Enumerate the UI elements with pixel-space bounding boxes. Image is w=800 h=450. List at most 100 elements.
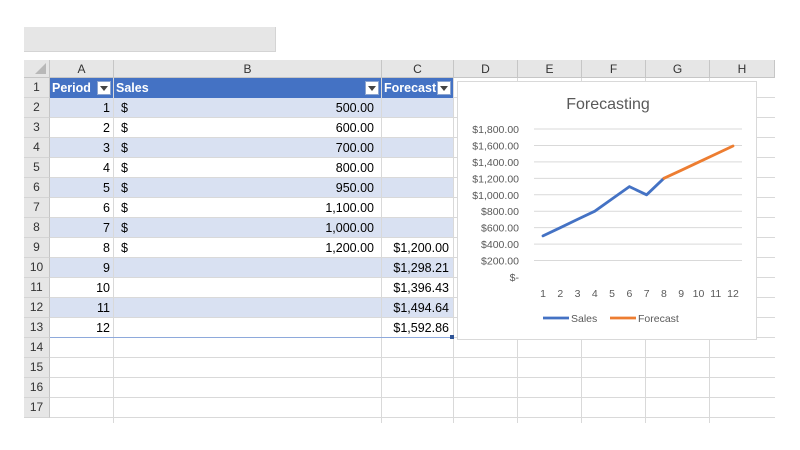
cell-currency-symbol: $ <box>121 221 128 235</box>
cell-forecast[interactable] <box>382 178 449 198</box>
x-tick-label: 12 <box>727 288 739 300</box>
cell-forecast[interactable]: $1,396.43 <box>382 278 449 298</box>
row-header[interactable]: 4 <box>24 138 50 158</box>
x-tick-label: 8 <box>661 288 667 300</box>
x-tick-label: 9 <box>678 288 684 300</box>
row-header[interactable]: 11 <box>24 278 50 298</box>
cell-period[interactable]: 4 <box>50 158 110 178</box>
header-sales[interactable]: Sales <box>114 78 381 98</box>
row-header[interactable]: 17 <box>24 398 50 418</box>
row-gridline <box>50 417 775 418</box>
cell-forecast[interactable]: $1,298.21 <box>382 258 449 278</box>
cell-sales[interactable]: 950.00 <box>144 178 374 198</box>
header-period-label: Period <box>52 81 91 95</box>
column-gridline <box>453 78 454 423</box>
cell-forecast[interactable] <box>382 218 449 238</box>
y-tick-label: $200.00 <box>481 256 519 268</box>
cell-period[interactable]: 1 <box>50 98 110 118</box>
cell-period[interactable]: 9 <box>50 258 110 278</box>
cell-period[interactable]: 7 <box>50 218 110 238</box>
cell-period[interactable]: 3 <box>50 138 110 158</box>
row-header[interactable]: 7 <box>24 198 50 218</box>
row-header[interactable]: 12 <box>24 298 50 318</box>
cell-sales[interactable]: 600.00 <box>144 118 374 138</box>
cell-period[interactable]: 8 <box>50 238 110 258</box>
y-tick-label: $1,800.00 <box>472 124 519 136</box>
cell-forecast[interactable]: $1,200.00 <box>382 238 449 258</box>
column-header-a[interactable]: A <box>50 60 114 78</box>
cell-forecast[interactable] <box>382 138 449 158</box>
filter-dropdown-icon[interactable] <box>97 81 111 95</box>
row-header[interactable]: 2 <box>24 98 50 118</box>
row-header[interactable]: 5 <box>24 158 50 178</box>
cell-period[interactable]: 10 <box>50 278 110 298</box>
row-header[interactable]: 1 <box>24 78 50 98</box>
chart-title: Forecasting <box>566 96 650 113</box>
select-all-corner-icon[interactable] <box>24 60 50 78</box>
y-tick-label: $400.00 <box>481 239 519 251</box>
row-header[interactable]: 3 <box>24 118 50 138</box>
row-header[interactable]: 10 <box>24 258 50 278</box>
x-tick-label: 11 <box>710 288 721 300</box>
cell-sales[interactable] <box>144 258 374 278</box>
row-header[interactable]: 6 <box>24 178 50 198</box>
row-header[interactable]: 15 <box>24 358 50 378</box>
y-tick-label: $1,000.00 <box>472 190 519 202</box>
cell-forecast[interactable] <box>382 98 449 118</box>
column-header-g[interactable]: G <box>646 60 710 78</box>
row-header[interactable]: 9 <box>24 238 50 258</box>
y-tick-label: $- <box>510 272 520 284</box>
cell-sales[interactable]: 500.00 <box>144 98 374 118</box>
cell-sales[interactable] <box>144 278 374 298</box>
header-forecast-label: Forecast <box>384 81 437 95</box>
table-resize-handle[interactable] <box>450 335 454 339</box>
row-header[interactable]: 14 <box>24 338 50 358</box>
cell-currency-symbol: $ <box>121 241 128 255</box>
x-tick-label: 5 <box>609 288 615 300</box>
legend-label-sales: Sales <box>571 313 597 325</box>
cell-forecast[interactable] <box>382 118 449 138</box>
cell-period[interactable]: 6 <box>50 198 110 218</box>
cell-sales[interactable]: 700.00 <box>144 138 374 158</box>
column-header-c[interactable]: C <box>382 60 454 78</box>
cell-forecast[interactable] <box>382 198 449 218</box>
filter-dropdown-icon[interactable] <box>365 81 379 95</box>
select-all-triangle-icon <box>35 63 46 74</box>
column-header-e[interactable]: E <box>518 60 582 78</box>
cell-period[interactable]: 11 <box>50 298 110 318</box>
x-tick-label: 1 <box>540 288 546 300</box>
filter-dropdown-icon[interactable] <box>437 81 451 95</box>
column-gridline <box>113 78 114 423</box>
column-header-f[interactable]: F <box>582 60 646 78</box>
cell-currency-symbol <box>121 278 135 298</box>
spreadsheet: A B C D E F G H 1 2 3 4 5 6 7 8 9 10 11 12 13 14 15 16 17 Period S… <box>24 27 775 423</box>
x-tick-label: 2 <box>557 288 563 300</box>
legend-label-forecast: Forecast <box>638 313 679 325</box>
cell-forecast[interactable] <box>382 158 449 178</box>
header-forecast[interactable]: Forecast <box>382 78 453 98</box>
column-header-h[interactable]: H <box>710 60 775 78</box>
row-header[interactable]: 8 <box>24 218 50 238</box>
cell-period[interactable]: 12 <box>50 318 110 338</box>
name-box-area[interactable] <box>24 27 276 52</box>
cell-sales[interactable] <box>144 298 374 318</box>
cell-sales[interactable]: 1,100.00 <box>144 198 374 218</box>
cell-period[interactable]: 5 <box>50 178 110 198</box>
column-header-b[interactable]: B <box>114 60 382 78</box>
row-header[interactable]: 16 <box>24 378 50 398</box>
cell-forecast[interactable]: $1,592.86 <box>382 318 449 338</box>
cell-currency-symbol: $ <box>121 121 128 135</box>
x-tick-label: 3 <box>575 288 581 300</box>
cell-currency-symbol <box>121 298 135 318</box>
cell-sales[interactable] <box>144 318 374 338</box>
header-period[interactable]: Period <box>50 78 113 98</box>
cell-currency-symbol: $ <box>121 101 128 115</box>
chart-forecasting[interactable]: Forecasting $- $200.00 $400.00 $600.00 $800.0… <box>457 81 757 340</box>
cell-sales[interactable]: 1,200.00 <box>144 238 374 258</box>
row-header[interactable]: 13 <box>24 318 50 338</box>
cell-period[interactable]: 2 <box>50 118 110 138</box>
column-header-d[interactable]: D <box>454 60 518 78</box>
cell-sales[interactable]: 1,000.00 <box>144 218 374 238</box>
cell-sales[interactable]: 800.00 <box>144 158 374 178</box>
cell-forecast[interactable]: $1,494.64 <box>382 298 449 318</box>
